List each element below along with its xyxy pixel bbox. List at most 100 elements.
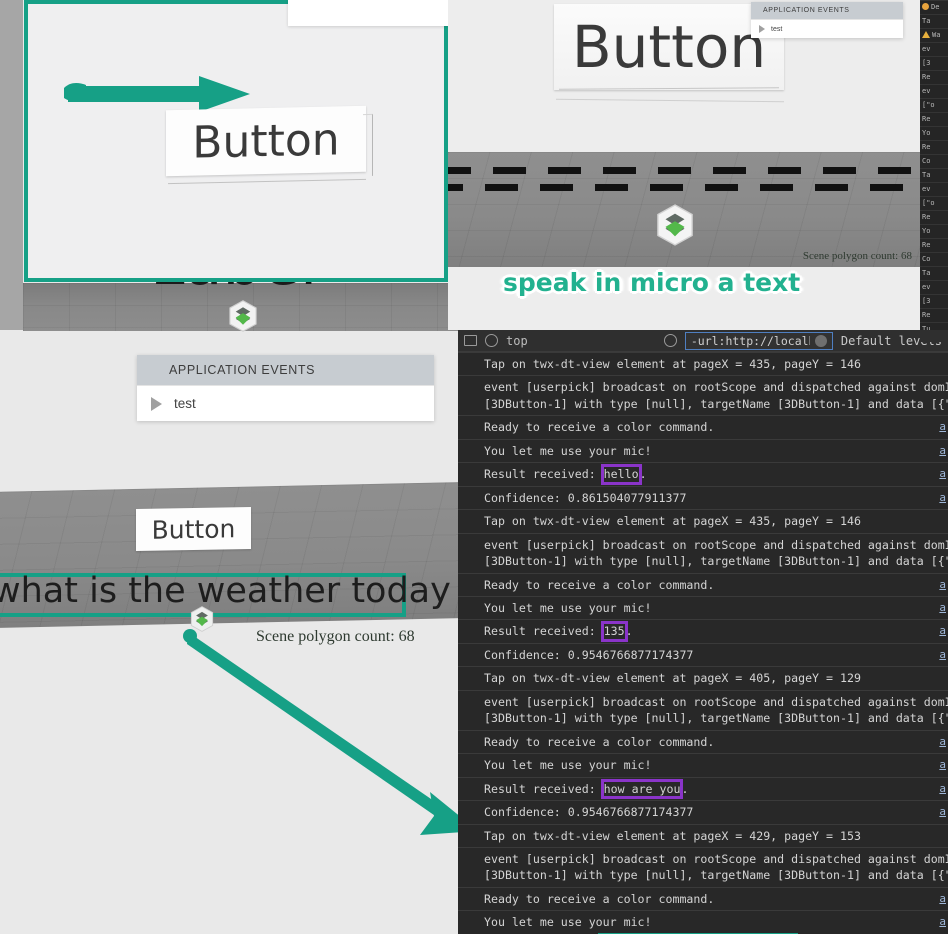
- background-console-row-text: De: [931, 3, 940, 11]
- console-source-link[interactable]: a: [939, 577, 946, 593]
- console-log-text: Ready to receive a color command.: [484, 420, 715, 435]
- background-console-row-text: ev: [922, 45, 931, 53]
- devtools-console-toolbar[interactable]: top -url:http://localhost:30( Default le…: [458, 330, 948, 352]
- console-log-row[interactable]: Tap on twx-dt-view element at pageX = 42…: [458, 823, 948, 847]
- console-log-row[interactable]: Tap on twx-dt-view element at pageX = 43…: [458, 352, 948, 375]
- inset-3d-button-group: Button: [166, 104, 382, 185]
- console-source-link[interactable]: a: [939, 623, 946, 639]
- console-log-list[interactable]: Tap on twx-dt-view element at pageX = 43…: [458, 352, 948, 934]
- console-source-link[interactable]: a: [939, 757, 946, 773]
- console-source-link[interactable]: a: [939, 647, 946, 663]
- annotation-arrow-to-console: [183, 629, 478, 835]
- console-log-row[interactable]: You let me use your mic! a: [458, 595, 948, 619]
- clear-console-icon[interactable]: [485, 334, 498, 347]
- ar-top-3d-button[interactable]: Button: [554, 4, 784, 90]
- application-events-row-small[interactable]: test: [751, 19, 903, 38]
- console-log-row[interactable]: You let me use your mic! a: [458, 910, 948, 933]
- inset-3d-button[interactable]: Button: [166, 105, 366, 177]
- console-log-text: Tap on twx-dt-view element at pageX = 42…: [484, 828, 861, 843]
- console-log-row[interactable]: Tap on twx-dt-view element at pageX = 43…: [458, 509, 948, 532]
- background-console-row: Re: [920, 112, 948, 126]
- console-source-link[interactable]: a: [939, 466, 946, 482]
- console-source-link[interactable]: a: [939, 443, 946, 459]
- background-console-row-text: ["o: [922, 101, 935, 109]
- application-events-header-small: APPLICATION EVENTS: [751, 2, 903, 19]
- play-icon: [759, 25, 765, 33]
- warning-triangle-icon: [922, 31, 930, 38]
- console-log-text-suffix: .: [625, 624, 633, 639]
- devtools-tab-fragment: [920, 330, 948, 342]
- recognized-text: what is the weather today: [0, 571, 451, 611]
- background-console-row: Yo: [920, 126, 948, 140]
- console-log-text: You let me use your mic!: [484, 915, 652, 930]
- background-console-row-text: Re: [922, 241, 931, 249]
- console-log-row[interactable]: Confidence: 0.861504077911377 a: [458, 485, 948, 509]
- console-log-row[interactable]: Ready to receive a color command. a: [458, 572, 948, 596]
- console-log-text: Result received:: [484, 781, 603, 796]
- application-events-row-large[interactable]: test: [137, 385, 434, 421]
- application-events-row-label-large: test: [174, 396, 196, 411]
- console-log-row[interactable]: Tap on twx-dt-view element at pageX = 40…: [458, 666, 948, 689]
- background-console-row: Re: [920, 308, 948, 322]
- console-log-text: event [userpick] broadcast on rootScope …: [484, 851, 948, 883]
- background-console-row-text: Ta: [922, 269, 931, 277]
- ar-view-top: Button APPLICATION EVENTS test Scene pol…: [448, 0, 920, 330]
- model-target-hex-icon-top: [656, 204, 694, 246]
- background-console-row: [3: [920, 56, 948, 70]
- console-source-link[interactable]: a: [939, 804, 946, 820]
- console-filter-input[interactable]: -url:http://localhost:30(: [684, 331, 833, 350]
- execution-context-label[interactable]: top: [506, 334, 528, 348]
- console-log-text: event [userpick] broadcast on rootScope …: [484, 694, 948, 726]
- console-source-link[interactable]: a: [939, 914, 946, 930]
- console-source-link[interactable]: a: [939, 781, 946, 797]
- console-log-row[interactable]: Result received: 135. a: [458, 619, 948, 642]
- console-log-row[interactable]: event [userpick] broadcast on rootScope …: [458, 375, 948, 415]
- console-log-row[interactable]: event [userpick] broadcast on rootScope …: [458, 846, 948, 887]
- recognized-text-label: what is the weather today: [0, 571, 451, 611]
- sticker-speak-in-micro-label: speak in micro a text: [503, 268, 801, 297]
- console-log-row[interactable]: Ready to receive a color command. a: [458, 729, 948, 753]
- console-source-link[interactable]: a: [939, 734, 946, 750]
- application-events-row-label-small: test: [771, 25, 783, 33]
- console-source-link[interactable]: a: [939, 600, 946, 616]
- gear-icon[interactable]: [663, 334, 677, 347]
- background-console-row-text: Re: [922, 73, 931, 81]
- ar-bottom-3d-button-group: Button: [136, 506, 256, 554]
- ar-view-bottom: Button what is the weather today Scene p…: [0, 470, 460, 650]
- console-log-text: Confidence: 0.9546766877174377: [484, 805, 694, 820]
- background-console-row-text: Wa: [932, 31, 941, 39]
- background-console-row: Ta: [920, 266, 948, 280]
- background-console-row: De: [920, 0, 948, 14]
- background-console-row-text: ev: [922, 87, 931, 95]
- background-console-row-text: Ta: [922, 171, 931, 179]
- console-log-row[interactable]: Confidence: 0.9546766877174377 a: [458, 800, 948, 823]
- ar-bottom-3d-button-label: Button: [151, 513, 236, 545]
- console-log-text: Result received:: [484, 624, 603, 639]
- background-console-row: Tu: [920, 322, 948, 330]
- inset-3d-button-label: Button: [192, 113, 340, 169]
- console-log-text: Tap on twx-dt-view element at pageX = 40…: [484, 671, 861, 686]
- background-console-row: ev: [920, 84, 948, 98]
- console-log-row[interactable]: event [userpick] broadcast on rootScope …: [458, 532, 948, 573]
- inspect-element-icon[interactable]: [464, 335, 477, 346]
- background-console-row: Re: [920, 70, 948, 84]
- console-log-row[interactable]: event [userpick] broadcast on rootScope …: [458, 689, 948, 730]
- console-log-row[interactable]: Ready to receive a color command. a: [458, 415, 948, 438]
- console-log-row[interactable]: Result received: hello. a: [458, 462, 948, 485]
- console-source-link[interactable]: a: [939, 490, 946, 506]
- console-log-row[interactable]: You let me use your mic! a: [458, 438, 948, 462]
- clear-filter-icon[interactable]: [814, 334, 827, 347]
- background-console-row: [3: [920, 294, 948, 308]
- background-console-row: ["o: [920, 98, 948, 112]
- console-source-link[interactable]: a: [939, 891, 946, 907]
- console-log-row[interactable]: You let me use your mic! a: [458, 753, 948, 776]
- inset-card-fragment: [288, 0, 448, 26]
- background-console-row: ev: [920, 42, 948, 56]
- console-log-row[interactable]: Ready to receive a color command. a: [458, 886, 948, 910]
- console-source-link[interactable]: a: [939, 419, 946, 435]
- console-log-row[interactable]: Confidence: 0.9546766877174377 a: [458, 642, 948, 666]
- console-log-row[interactable]: Result received: how are you. a: [458, 776, 948, 800]
- ar-bottom-3d-button[interactable]: Button: [136, 506, 251, 552]
- ar-top-3d-button-edge-2: [556, 98, 784, 103]
- left-edge-strip: [0, 0, 23, 330]
